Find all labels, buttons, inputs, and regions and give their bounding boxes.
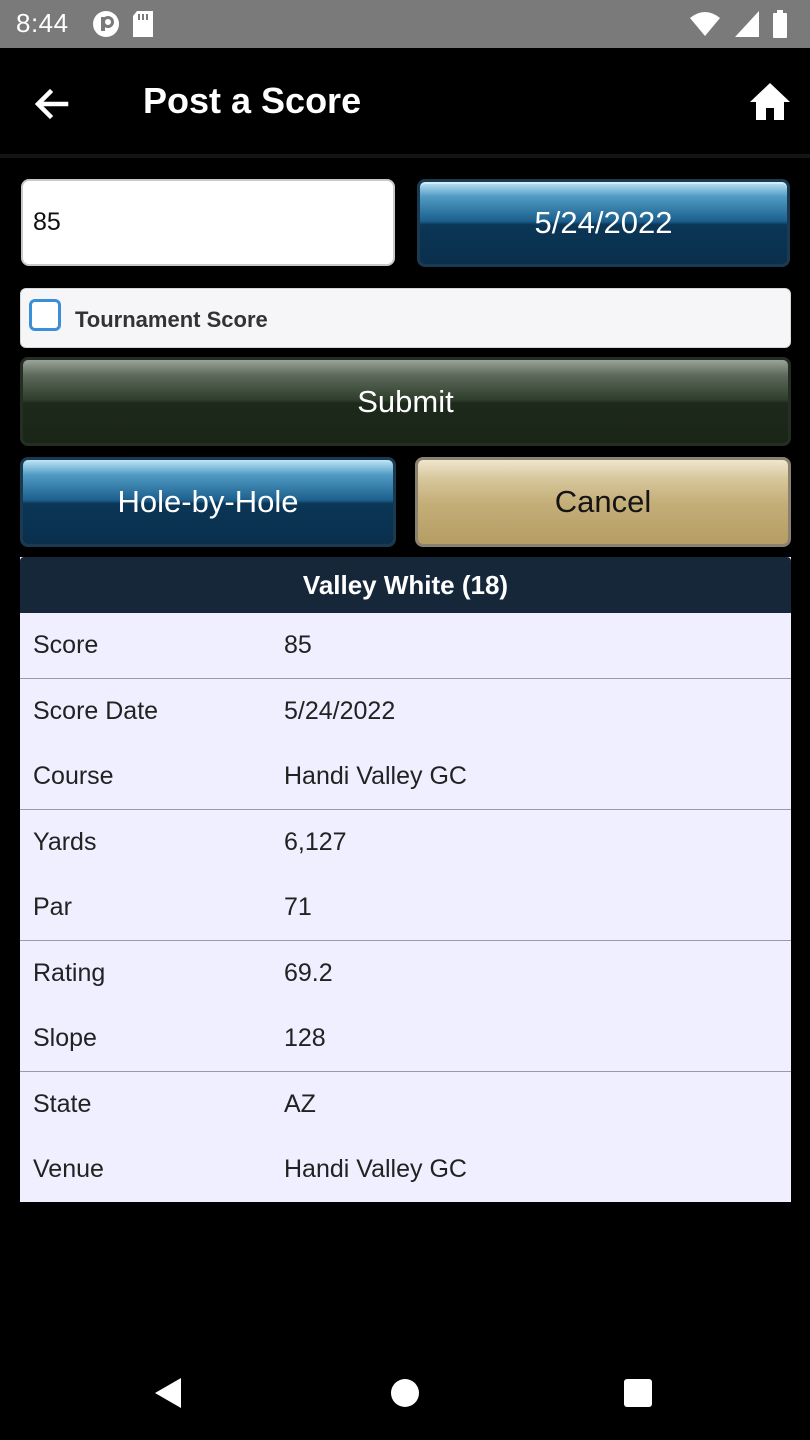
status-bar: 8:44 xyxy=(0,0,810,48)
table-row: State AZ xyxy=(20,1072,791,1137)
nav-back-icon[interactable] xyxy=(150,1375,186,1411)
signal-icon xyxy=(734,11,759,37)
home-icon xyxy=(750,83,790,120)
nav-home-icon[interactable] xyxy=(389,1377,421,1409)
cancel-button[interactable]: Cancel xyxy=(415,457,791,547)
row-key: Yards xyxy=(33,828,97,856)
row-value: 85 xyxy=(284,631,312,659)
privacy-icon xyxy=(93,11,119,37)
battery-icon xyxy=(773,10,787,38)
course-details-table: Valley White (18) Score 85 Score Date 5/… xyxy=(20,557,791,1202)
tournament-score-label: Tournament Score xyxy=(75,307,268,332)
details-group: State AZ Venue Handi Valley GC xyxy=(20,1072,791,1202)
table-row: Rating 69.2 xyxy=(20,941,791,1006)
row-value: Handi Valley GC xyxy=(284,762,467,790)
row-value: AZ xyxy=(284,1090,316,1118)
status-left-icons xyxy=(92,10,162,38)
row-key: State xyxy=(33,1090,92,1118)
checkbox-box[interactable] xyxy=(29,299,61,331)
course-header: Valley White (18) xyxy=(20,557,791,613)
score-input[interactable] xyxy=(21,179,395,266)
tournament-score-checkbox[interactable]: Tournament Score xyxy=(20,288,791,348)
page-title: Post a Score xyxy=(143,80,362,121)
table-row: Par 71 xyxy=(20,875,791,940)
row-value: 5/24/2022 xyxy=(284,697,396,725)
row-value: 128 xyxy=(284,1024,326,1052)
row-key: Venue xyxy=(33,1155,104,1183)
table-row: Yards 6,127 xyxy=(20,810,791,875)
table-row: Venue Handi Valley GC xyxy=(20,1137,791,1202)
row-key: Slope xyxy=(33,1024,97,1052)
row-value: Handi Valley GC xyxy=(284,1155,467,1183)
row-key: Par xyxy=(33,893,72,921)
submit-button[interactable]: Submit xyxy=(20,357,791,446)
table-row: Course Handi Valley GC xyxy=(20,744,791,809)
hole-by-hole-button[interactable]: Hole-by-Hole xyxy=(20,457,396,547)
row-value: 6,127 xyxy=(284,828,347,856)
details-group: Score 85 xyxy=(20,613,791,679)
table-row: Score Date 5/24/2022 xyxy=(20,679,791,744)
details-group: Yards 6,127 Par 71 xyxy=(20,810,791,941)
status-time: 8:44 xyxy=(16,8,69,38)
app-bar: Post a Score xyxy=(0,48,810,158)
details-group: Rating 69.2 Slope 128 xyxy=(20,941,791,1072)
details-group: Score Date 5/24/2022 Course Handi Valley… xyxy=(20,679,791,810)
row-value: 69.2 xyxy=(284,959,333,987)
table-row: Score 85 xyxy=(20,613,791,678)
date-button[interactable]: 5/24/2022 xyxy=(417,179,790,267)
row-key: Score xyxy=(33,631,99,659)
back-arrow-icon xyxy=(34,88,69,120)
row-value: 71 xyxy=(284,893,312,921)
system-nav-bar xyxy=(0,1345,810,1440)
status-right-icons xyxy=(689,10,796,38)
sd-card-icon xyxy=(133,11,154,37)
back-button[interactable] xyxy=(30,82,74,126)
home-button[interactable] xyxy=(748,80,792,124)
row-key: Course xyxy=(33,762,114,790)
wifi-icon xyxy=(690,12,721,36)
nav-recents-icon[interactable] xyxy=(622,1377,654,1409)
row-key: Score Date xyxy=(33,697,159,725)
row-key: Rating xyxy=(33,959,106,987)
table-row: Slope 128 xyxy=(20,1006,791,1071)
